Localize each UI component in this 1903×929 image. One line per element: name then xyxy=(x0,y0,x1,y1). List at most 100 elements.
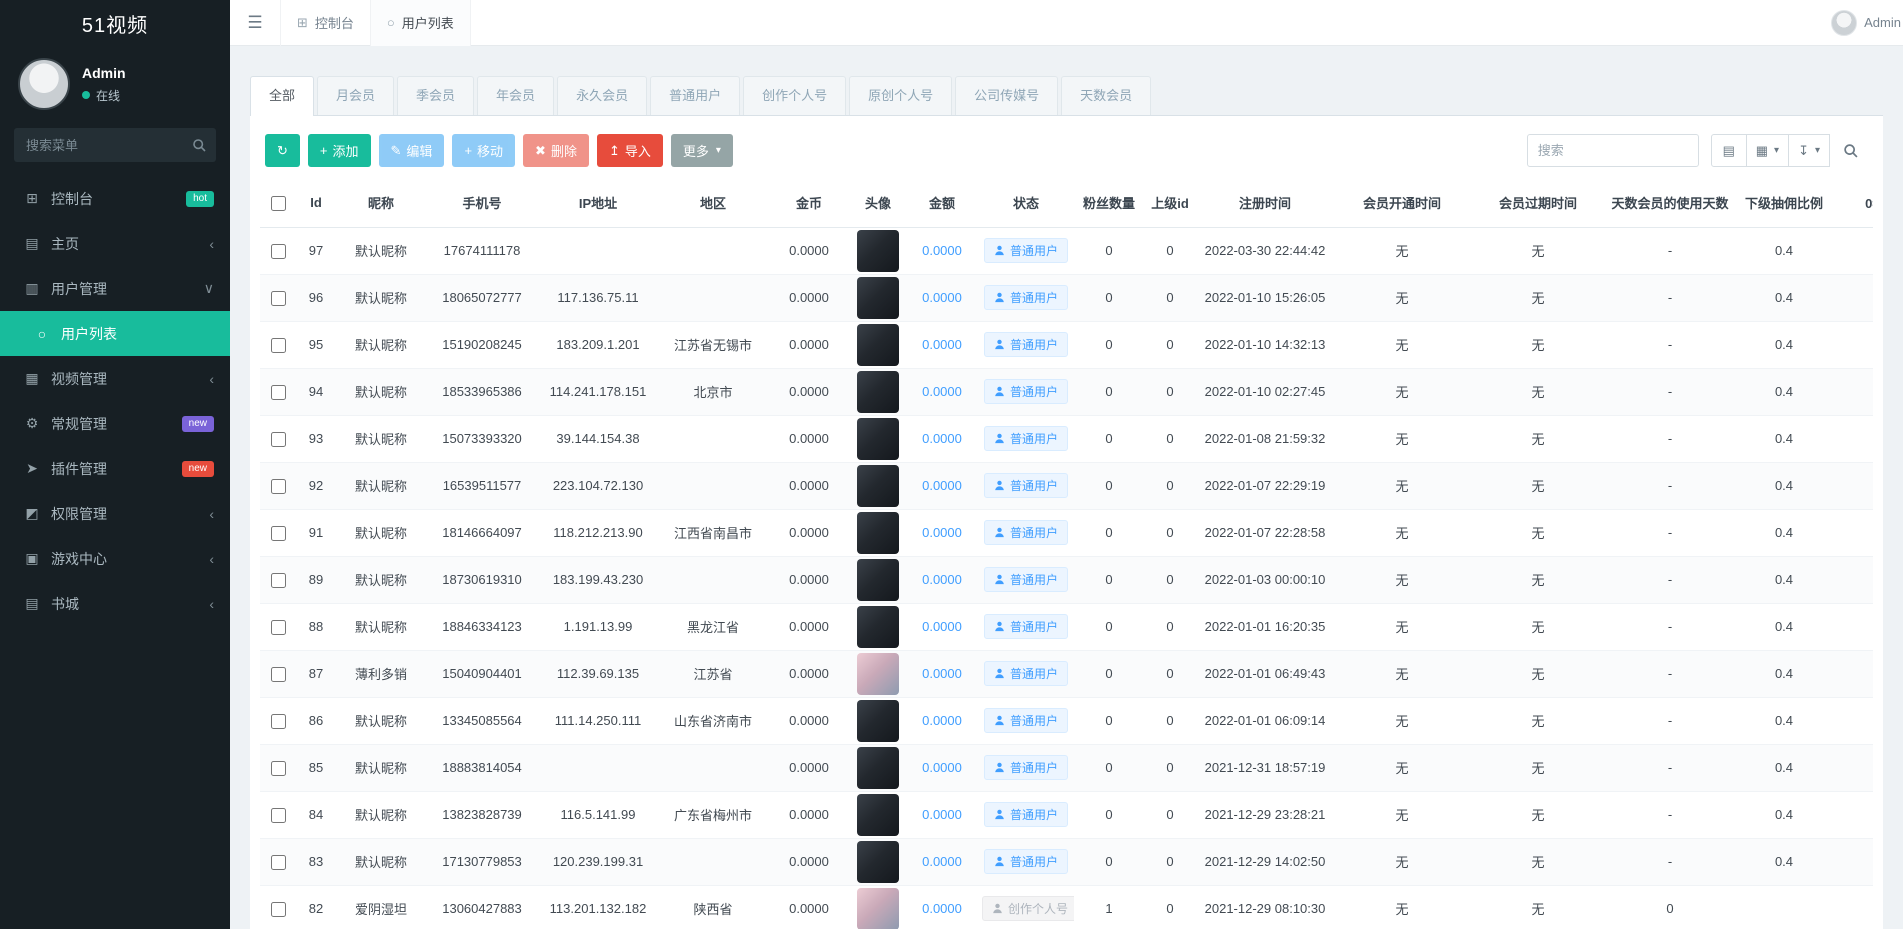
column-header-days_used[interactable]: 天数会员的使用天数 xyxy=(1606,179,1734,228)
table-row: 83 默认昵称 17130779853 120.239.199.31 0.0000 0.0… xyxy=(260,838,1873,886)
amount-link[interactable]: 0.0000 xyxy=(922,854,962,869)
column-header-nickname[interactable]: 昵称 xyxy=(336,179,426,228)
filter-tab-0[interactable]: 全部 xyxy=(250,76,315,116)
topbar-user-menu[interactable]: Admin xyxy=(1831,9,1903,36)
edit-button[interactable]: ✎ 编辑 xyxy=(378,134,445,167)
cell-vip_start: 无 xyxy=(1334,556,1470,604)
column-header-amount[interactable]: 金额 xyxy=(906,179,978,228)
column-header-coins[interactable]: 金币 xyxy=(768,179,850,228)
row-checkbox[interactable] xyxy=(270,713,286,729)
list-view-button[interactable]: ▤ xyxy=(1710,134,1747,167)
column-header-reg_time[interactable]: 注册时间 xyxy=(1196,179,1334,228)
filter-tab-8[interactable]: 公司传媒号 xyxy=(955,76,1059,115)
filter-tab-6[interactable]: 创作个人号 xyxy=(743,76,847,115)
column-header-avatar[interactable]: 头像 xyxy=(850,179,906,228)
sidebar-item-book-city[interactable]: ▤ 书城 ‹ xyxy=(0,581,230,626)
sidebar-item-permission-management[interactable]: ◩ 权限管理 ‹ xyxy=(0,491,230,536)
column-header-commission[interactable]: 下级抽佣比例 xyxy=(1734,179,1834,228)
row-checkbox[interactable] xyxy=(270,854,286,870)
grid-view-button[interactable]: ▦ ▾ xyxy=(1746,134,1790,167)
cell-coins: 0.0000 xyxy=(768,227,850,275)
topbar-tab-user-list[interactable]: ○ 用户列表 xyxy=(370,0,471,46)
row-checkbox[interactable] xyxy=(270,384,286,400)
row-checkbox[interactable] xyxy=(270,525,286,541)
select-all-checkbox[interactable] xyxy=(270,195,286,211)
column-header-region[interactable]: 地区 xyxy=(658,179,768,228)
column-header-parent_id[interactable]: 上级id xyxy=(1144,179,1196,228)
amount-link[interactable]: 0.0000 xyxy=(922,525,962,540)
row-checkbox[interactable] xyxy=(270,572,286,588)
column-header-id[interactable]: Id xyxy=(296,179,336,228)
filter-tab-2[interactable]: 季会员 xyxy=(397,76,475,115)
sidebar-item-dashboard[interactable]: ⊞ 控制台 hot xyxy=(0,176,230,221)
add-button[interactable]: + 添加 xyxy=(307,134,371,167)
amount-link[interactable]: 0.0000 xyxy=(922,243,962,258)
cell-region xyxy=(658,415,768,463)
menu-search-input[interactable] xyxy=(14,128,216,162)
cell-vip_end: 无 xyxy=(1470,321,1606,369)
amount-link[interactable]: 0.0000 xyxy=(922,666,962,681)
cell-reg_time: 2021-12-29 08:10:30 xyxy=(1196,885,1334,929)
sidebar-item-video-management[interactable]: ▦ 视频管理 ‹ xyxy=(0,356,230,401)
amount-link[interactable]: 0.0000 xyxy=(922,807,962,822)
column-header-phone[interactable]: 手机号 xyxy=(426,179,538,228)
amount-link[interactable]: 0.0000 xyxy=(922,572,962,587)
row-checkbox[interactable] xyxy=(270,760,286,776)
amount-link[interactable]: 0.0000 xyxy=(922,384,962,399)
export-button[interactable]: ↧ ▾ xyxy=(1789,134,1830,167)
row-checkbox[interactable] xyxy=(270,290,286,306)
row-checkbox[interactable] xyxy=(270,901,286,917)
column-header-vip_end[interactable]: 会员过期时间 xyxy=(1470,179,1606,228)
row-checkbox[interactable] xyxy=(270,243,286,259)
row-checkbox[interactable] xyxy=(270,807,286,823)
amount-link[interactable]: 0.0000 xyxy=(922,337,962,352)
cell-select xyxy=(260,650,296,698)
column-header-flag[interactable]: 0=停 xyxy=(1834,179,1873,228)
amount-link[interactable]: 0.0000 xyxy=(922,431,962,446)
cell-phone: 15073393320 xyxy=(426,415,538,463)
amount-link[interactable]: 0.0000 xyxy=(922,760,962,775)
filter-tab-5[interactable]: 普通用户 xyxy=(650,76,741,115)
amount-link[interactable]: 0.0000 xyxy=(922,290,962,305)
menu-toggle-button[interactable]: ☰ xyxy=(230,13,280,33)
row-checkbox[interactable] xyxy=(270,337,286,353)
sidebar-item-plugin-management[interactable]: ➤ 插件管理 new xyxy=(0,446,230,491)
sidebar-item-home[interactable]: ▤ 主页 ‹ xyxy=(0,221,230,266)
amount-link[interactable]: 0.0000 xyxy=(922,619,962,634)
filter-tab-7[interactable]: 原创个人号 xyxy=(849,76,953,115)
delete-button[interactable]: ✖ 删除 xyxy=(523,134,589,167)
row-checkbox[interactable] xyxy=(270,619,286,635)
topbar-tab-dashboard[interactable]: ⊞ 控制台 xyxy=(280,0,371,46)
move-button[interactable]: + 移动 xyxy=(452,134,516,167)
row-checkbox[interactable] xyxy=(270,666,286,682)
sidebar-subitem-user-list[interactable]: ○ 用户列表 xyxy=(0,311,230,356)
cell-vip_start: 无 xyxy=(1334,274,1470,322)
row-checkbox[interactable] xyxy=(270,431,286,447)
import-button[interactable]: ↥ 导入 xyxy=(596,134,663,167)
filter-tab-9[interactable]: 天数会员 xyxy=(1061,76,1152,115)
sidebar-item-user-management[interactable]: ▥ 用户管理 ∨ xyxy=(0,266,230,311)
column-header-vip_start[interactable]: 会员开通时间 xyxy=(1334,179,1470,228)
column-header-status[interactable]: 状态 xyxy=(978,179,1074,228)
amount-link[interactable]: 0.0000 xyxy=(922,478,962,493)
sidebar-item-general-management[interactable]: ⚙ 常规管理 new xyxy=(0,401,230,446)
refresh-button[interactable]: ↻ xyxy=(265,134,300,167)
amount-link[interactable]: 0.0000 xyxy=(922,713,962,728)
table-search-input[interactable] xyxy=(1526,134,1699,167)
filter-tab-4[interactable]: 永久会员 xyxy=(557,76,648,115)
column-header-ip[interactable]: IP地址 xyxy=(538,179,658,228)
table-row: 95 默认昵称 15190208245 183.209.1.201 江苏省无锡市 0.00… xyxy=(260,321,1873,369)
cell-days_used: - xyxy=(1606,415,1734,463)
amount-link[interactable]: 0.0000 xyxy=(922,901,962,916)
more-button[interactable]: 更多 ▾ xyxy=(670,134,733,167)
cell-status: 普通用户 xyxy=(978,791,1074,839)
sidebar-item-game-center[interactable]: ▣ 游戏中心 ‹ xyxy=(0,536,230,581)
column-header-fans[interactable]: 粉丝数量 xyxy=(1074,179,1144,228)
filter-tab-3[interactable]: 年会员 xyxy=(477,76,555,115)
row-checkbox[interactable] xyxy=(270,478,286,494)
cell-fans: 0 xyxy=(1074,509,1144,557)
cell-amount: 0.0000 xyxy=(906,368,978,416)
search-toggle-button[interactable] xyxy=(1832,134,1868,167)
cell-phone: 16539511577 xyxy=(426,462,538,510)
filter-tab-1[interactable]: 月会员 xyxy=(317,76,395,115)
